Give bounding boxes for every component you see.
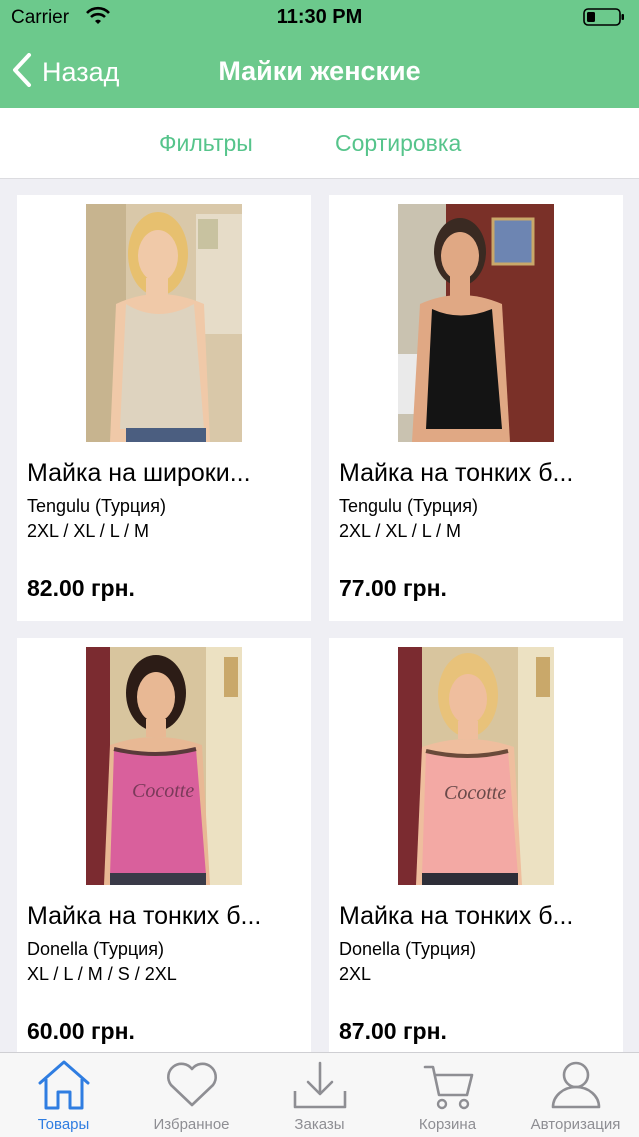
product-card[interactable]: Cocotte Майка на тонких б... Donella (Ту… [17,638,311,1052]
navigation-bar: Назад Майки женские [0,36,639,108]
home-icon [0,1059,127,1116]
product-price: 87.00 грн. [339,1018,447,1044]
product-photo: Cocotte [86,647,242,885]
product-card[interactable]: Майка на тонких б... Tengulu (Турция) 2X… [329,195,623,621]
product-name: Майка на тонких б... [339,902,574,930]
tab-orders[interactable]: Заказы [256,1053,383,1137]
product-brand: Donella (Турция) [27,939,164,959]
product-sizes: 2XL / XL / L / M [27,521,150,541]
tab-label: Корзина [418,1116,477,1133]
product-grid: Майка на широки... Tengulu (Турция) 2XL … [0,179,639,1052]
product-sizes: 2XL / XL / L / M [339,521,462,541]
sort-button[interactable]: Сортировка [335,130,461,157]
product-card[interactable]: Майка на широки... Tengulu (Турция) 2XL … [17,195,311,621]
product-price: 82.00 грн. [27,575,135,601]
tab-label: Авторизация [530,1116,621,1133]
product-sizes: XL / L / M / S / 2XL [27,964,177,984]
cart-icon [384,1059,511,1116]
tab-label: Товары [37,1116,90,1133]
download-icon [256,1059,383,1116]
product-print-text: Cocotte [444,782,506,804]
battery-icon [583,8,625,26]
filters-button[interactable]: Фильтры [159,130,253,157]
product-price: 60.00 грн. [27,1018,135,1044]
tab-label: Избранное [153,1116,230,1133]
tab-label: Заказы [294,1116,345,1133]
product-name: Майка на тонких б... [339,459,574,487]
product-card[interactable]: Cocotte Майка на тонких б... Donella (Ту… [329,638,623,1052]
product-price: 77.00 грн. [339,575,447,601]
tab-products[interactable]: Товары [0,1053,127,1137]
status-bar: Carrier 11:30 PM [0,0,639,36]
tab-favorites[interactable]: Избранное [128,1053,255,1137]
tab-bar: Товары Избранное Заказы Корзина Авториза… [0,1052,639,1137]
product-print-text: Cocotte [132,780,194,802]
product-name: Майка на широки... [27,459,251,487]
product-sizes: 2XL [339,964,372,984]
product-brand: Tengulu (Турция) [339,496,478,516]
product-photo [398,204,554,442]
product-name: Майка на тонких б... [27,902,262,930]
heart-icon [128,1059,255,1116]
product-brand: Donella (Турция) [339,939,476,959]
tab-cart[interactable]: Корзина [384,1053,511,1137]
page-title: Майки женские [218,56,421,86]
filter-bar: Фильтры Сортировка [0,108,639,179]
product-photo [86,204,242,442]
product-photo: Cocotte [398,647,554,885]
status-time: 11:30 PM [276,6,363,28]
user-icon [512,1059,639,1116]
tab-authorization[interactable]: Авторизация [512,1053,639,1137]
product-brand: Tengulu (Турция) [27,496,166,516]
